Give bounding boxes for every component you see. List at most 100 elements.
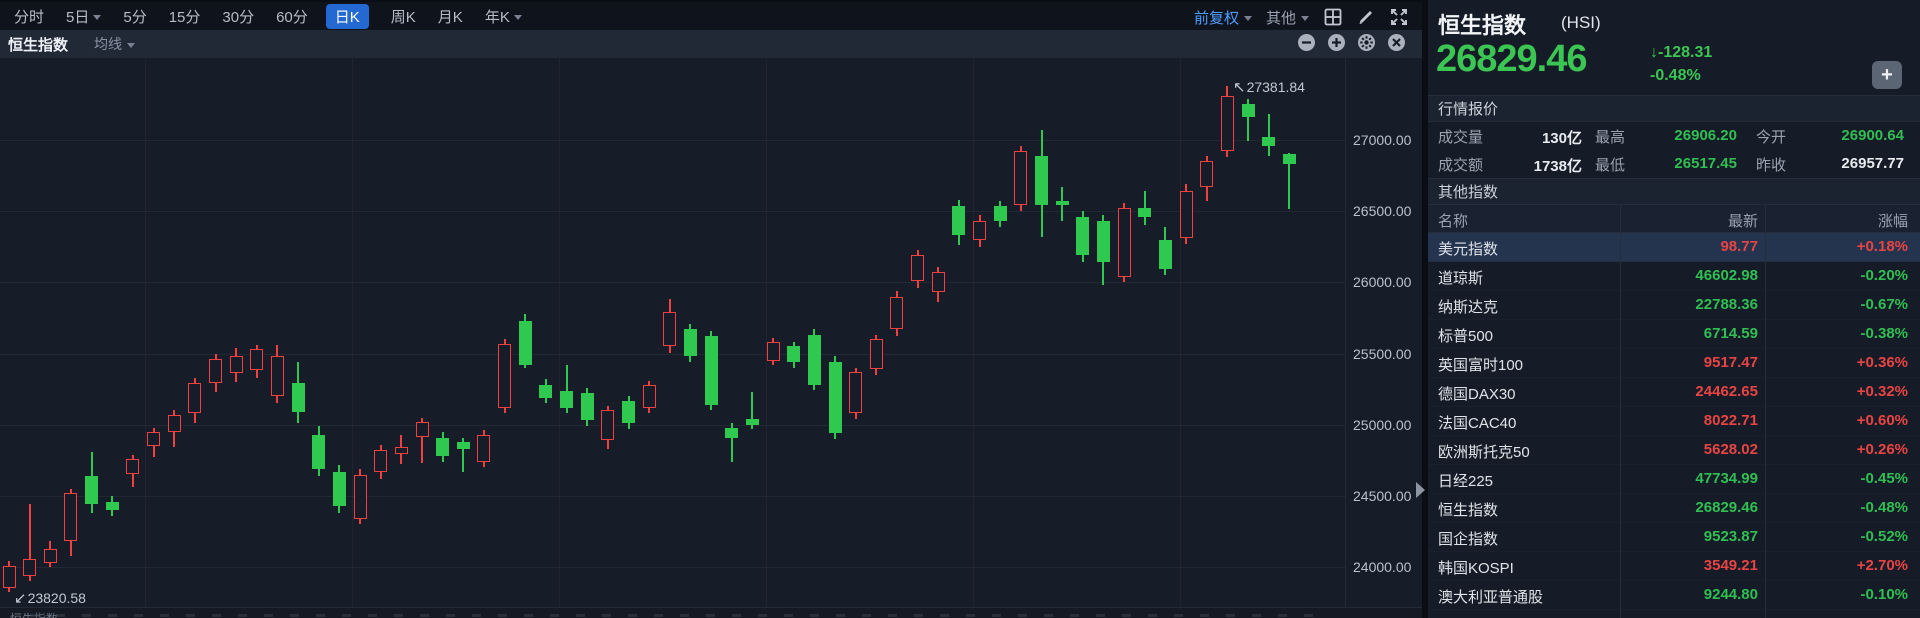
index-name: 美元指数 <box>1438 238 1498 259</box>
period-tab-4[interactable]: 30分 <box>222 6 254 27</box>
index-row-10[interactable]: 国企指数9523.87-0.52% <box>1428 523 1920 552</box>
candle <box>416 422 429 438</box>
add-to-watchlist-button[interactable]: + <box>1872 61 1902 89</box>
period-tab-0[interactable]: 分时 <box>14 6 44 27</box>
index-last-value: 24462.65 <box>1695 383 1758 400</box>
candle <box>1159 240 1172 270</box>
quote-value: 130亿 <box>1542 127 1582 148</box>
period-tab-3[interactable]: 15分 <box>169 6 201 27</box>
index-last-value: 6714.59 <box>1704 325 1758 342</box>
period-tab-9[interactable]: 年K <box>485 6 522 27</box>
h-gridline <box>0 140 1345 141</box>
v-gridline <box>973 58 974 607</box>
chart-symbol-label: 恒生指数 <box>8 34 68 55</box>
candle <box>643 385 656 408</box>
period-tab-1[interactable]: 5日 <box>66 6 101 27</box>
close-icon[interactable] <box>1387 33 1406 52</box>
quote-value: 1738亿 <box>1534 155 1582 176</box>
period-tab-label: 30分 <box>222 6 254 27</box>
candle <box>746 419 759 425</box>
index-row-13[interactable]: 富时意大利MIB43403.41+0.77% <box>1428 610 1920 618</box>
draw-brush-icon[interactable] <box>1356 8 1375 27</box>
quote-section-header: 行情报价 <box>1428 95 1920 122</box>
candle <box>1283 154 1296 164</box>
quote-value: 26906.20 <box>1674 127 1737 144</box>
index-row-0[interactable]: 美元指数98.77+0.18% <box>1428 233 1920 262</box>
indices-table-header: 名称 最新 涨幅 <box>1428 205 1920 233</box>
candle <box>1138 208 1151 217</box>
candle <box>354 475 367 519</box>
candle <box>1076 217 1089 255</box>
index-row-3[interactable]: 标普5006714.59-0.38% <box>1428 320 1920 349</box>
ma-dropdown[interactable]: 均线 <box>94 34 135 54</box>
candle <box>519 321 532 365</box>
col-header-name: 名称 <box>1438 210 1468 231</box>
period-tab-7[interactable]: 周K <box>391 6 416 27</box>
index-last-value: 9517.47 <box>1704 354 1758 371</box>
quote-label: 最高 <box>1595 126 1625 147</box>
grid-layout-icon[interactable] <box>1323 8 1342 27</box>
quote-panel-header: 恒生指数 (HSI) 26829.46 ↓-128.31 -0.48% + <box>1428 0 1920 95</box>
settings-gear-icon[interactable] <box>1357 33 1376 52</box>
chart-control-icons <box>1297 33 1406 52</box>
index-row-9[interactable]: 恒生指数26829.46-0.48% <box>1428 494 1920 523</box>
candle <box>994 206 1007 222</box>
period-tab-label: 5日 <box>66 6 89 27</box>
other-dropdown[interactable]: 其他 <box>1266 7 1309 28</box>
index-name: 道琼斯 <box>1438 267 1483 288</box>
index-name: 澳大利亚普通股 <box>1438 586 1543 607</box>
h-gridline <box>0 282 1345 283</box>
adjust-dropdown[interactable]: 前复权 <box>1194 7 1252 28</box>
index-change-pct: +2.70% <box>1857 557 1908 574</box>
period-tab-8[interactable]: 月K <box>438 6 463 27</box>
chart-subbar: 恒生指数 均线 <box>0 30 1422 58</box>
period-tab-2[interactable]: 5分 <box>123 6 146 27</box>
index-row-7[interactable]: 欧洲斯托克505628.02+0.26% <box>1428 436 1920 465</box>
candle <box>209 359 222 383</box>
period-tab-label: 60分 <box>276 6 308 27</box>
index-row-5[interactable]: 德国DAX3024462.65+0.32% <box>1428 378 1920 407</box>
index-row-1[interactable]: 道琼斯46602.98-0.20% <box>1428 262 1920 291</box>
candle <box>3 566 16 589</box>
index-change-pct: -0.52% <box>1860 528 1908 545</box>
index-change-pct: -0.10% <box>1860 586 1908 603</box>
period-tab-6[interactable]: 日K <box>326 4 369 29</box>
index-last-value: 5628.02 <box>1704 441 1758 458</box>
candle <box>1035 156 1048 206</box>
toolbar-right-group: 前复权 其他 <box>1194 2 1408 32</box>
index-code: (HSI) <box>1561 13 1601 33</box>
index-row-8[interactable]: 日经22547734.99-0.45% <box>1428 465 1920 494</box>
candlestick-chart[interactable] <box>0 58 1345 607</box>
quote-label: 昨收 <box>1756 154 1786 175</box>
index-change-pct: +0.26% <box>1857 441 1908 458</box>
high-annotation: ↖27381.84 <box>1233 78 1305 96</box>
index-change-pct: +0.32% <box>1857 383 1908 400</box>
period-tab-label: 分时 <box>14 6 44 27</box>
candle <box>292 383 305 412</box>
col-header-pct: 涨幅 <box>1878 210 1908 231</box>
index-change-pct: -0.48% <box>1860 499 1908 516</box>
index-row-12[interactable]: 澳大利亚普通股 9244.80 -0.10% <box>1428 581 1920 610</box>
fullscreen-icon[interactable] <box>1389 8 1408 27</box>
y-axis-tick-label: 24000.00 <box>1353 559 1411 575</box>
period-tab-label: 年K <box>485 6 510 27</box>
low-annotation: ↙23820.58 <box>14 589 86 607</box>
period-tab-5[interactable]: 60分 <box>276 6 308 27</box>
zoom-in-icon[interactable] <box>1327 33 1346 52</box>
quote-value: 26517.45 <box>1674 155 1737 172</box>
chart-widget: 分时 5日 5分 15分 30分 60分日K 周K 月K 年K 前复权 其他 <box>0 0 1422 618</box>
panel-collapse-handle[interactable] <box>1416 482 1425 498</box>
index-change-pct: -0.45% <box>1860 470 1908 487</box>
index-last-value: 9244.80 <box>1704 586 1758 603</box>
index-row-11[interactable]: 韩国KOSPI3549.21+2.70% <box>1428 552 1920 581</box>
candle <box>705 336 718 404</box>
column-divider <box>1765 205 1766 618</box>
candle <box>1262 137 1275 146</box>
index-row-6[interactable]: 法国CAC408022.71+0.60% <box>1428 407 1920 436</box>
index-row-2[interactable]: 纳斯达克22788.36-0.67% <box>1428 291 1920 320</box>
h-gridline <box>0 354 1345 355</box>
candle <box>23 559 36 576</box>
index-row-4[interactable]: 英国富时1009517.47+0.36% <box>1428 349 1920 378</box>
v-gridline <box>352 58 353 607</box>
zoom-out-icon[interactable] <box>1297 33 1316 52</box>
